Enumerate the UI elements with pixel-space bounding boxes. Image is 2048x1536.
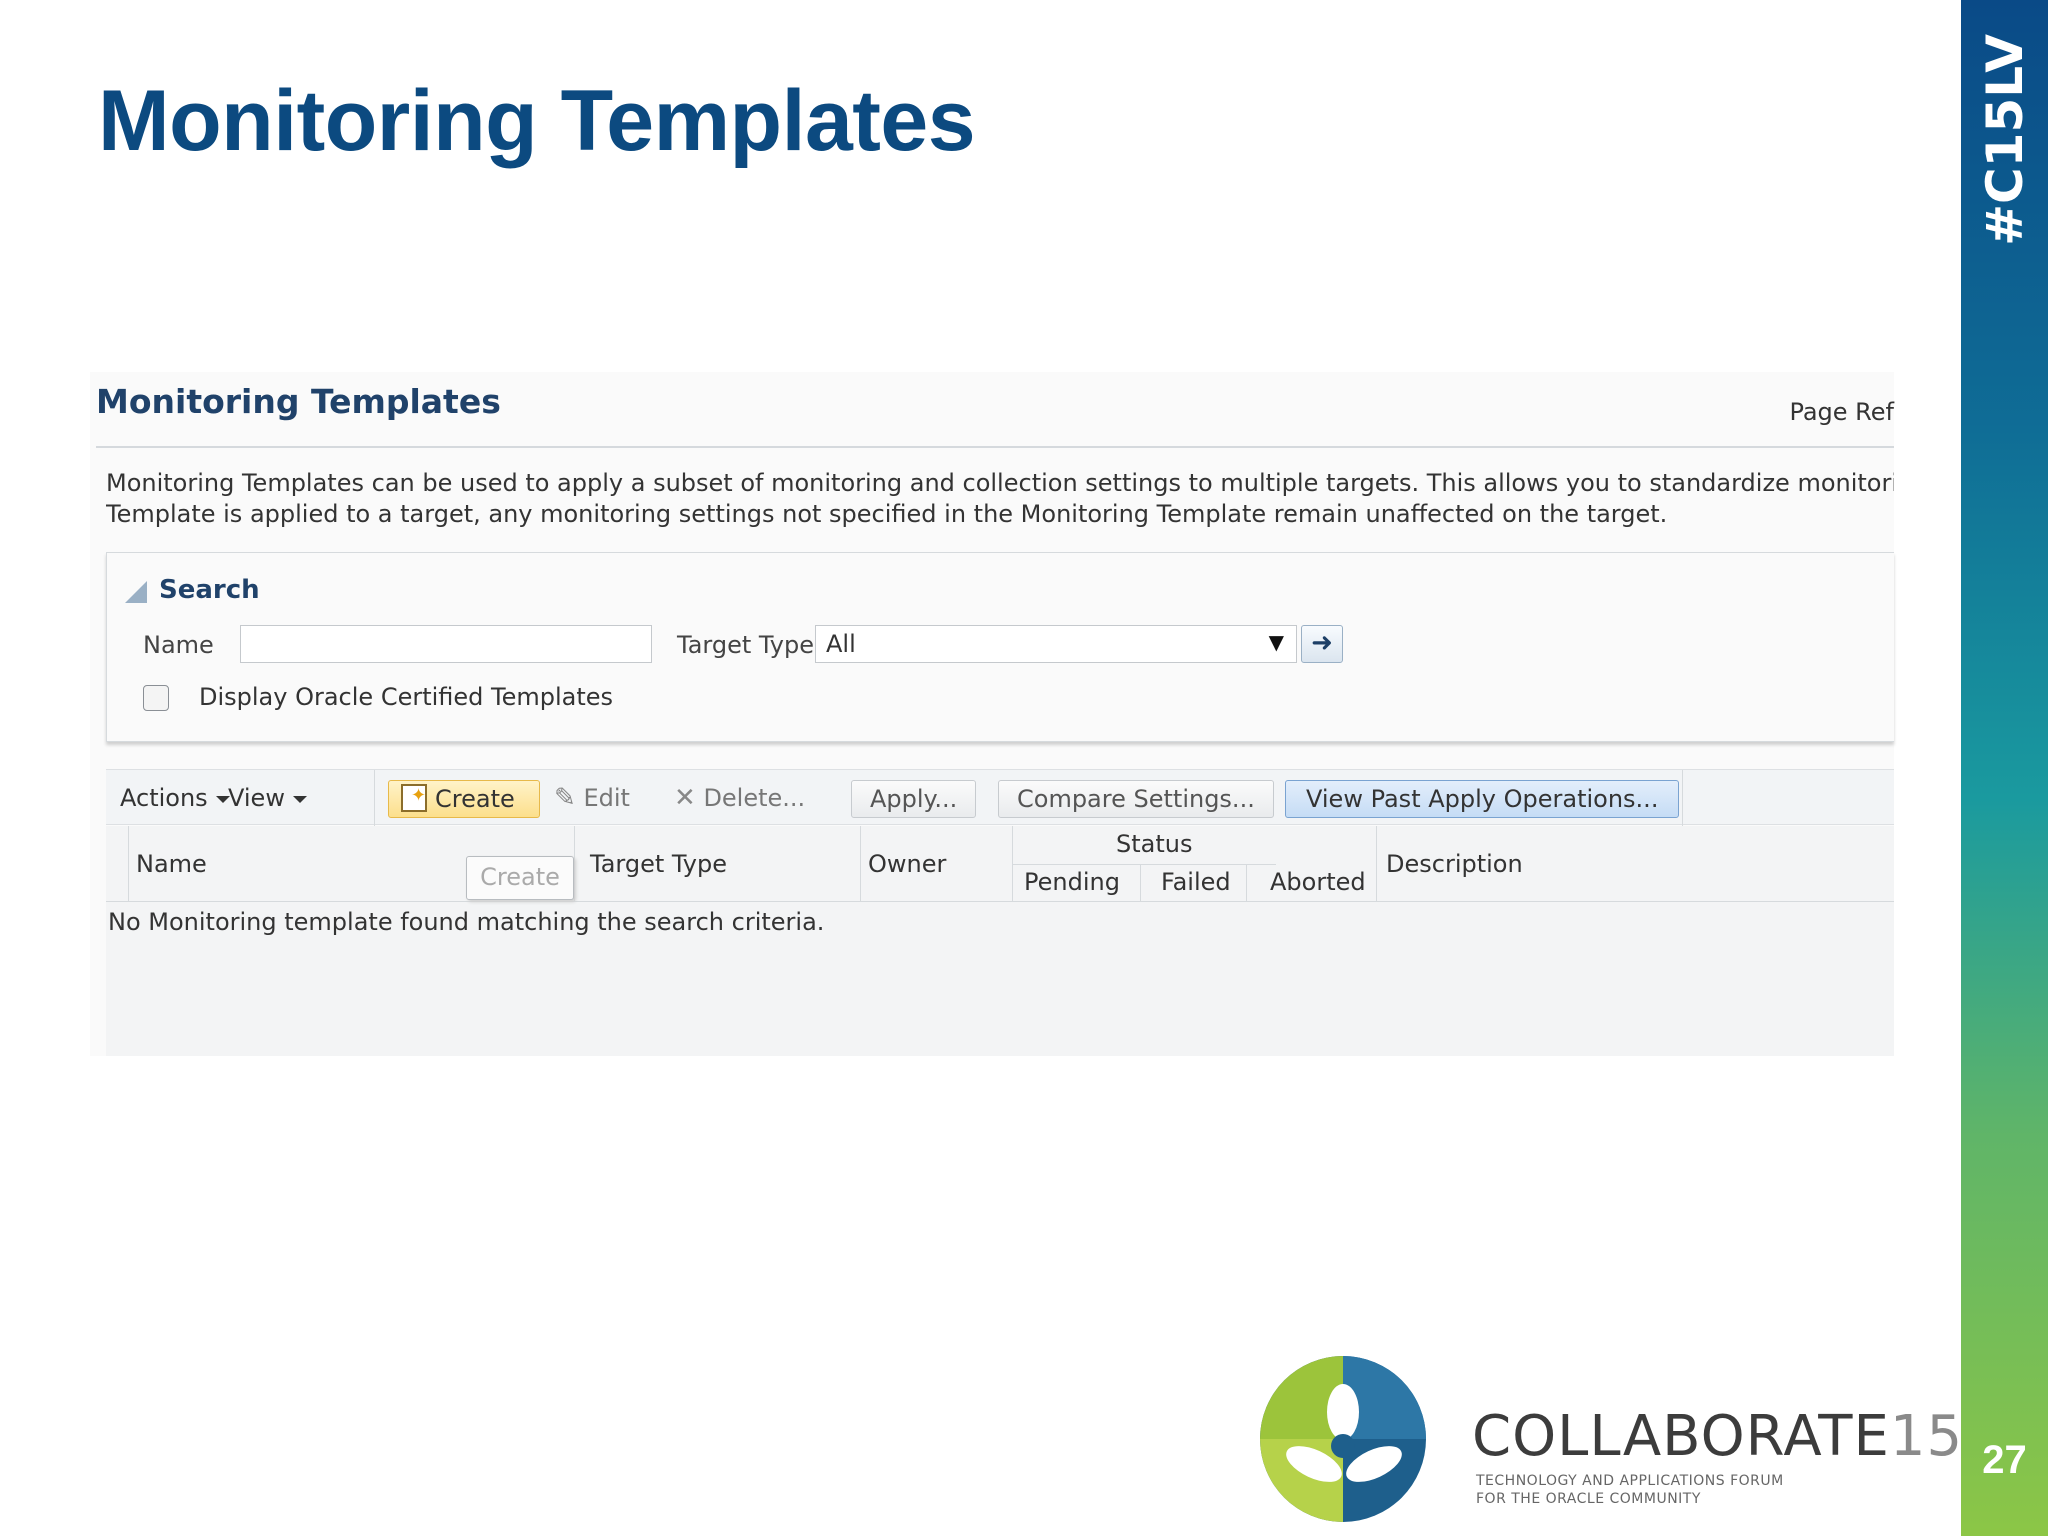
table-header: Name Target Type Owner Status Pending Fa… bbox=[106, 826, 1894, 902]
create-icon bbox=[401, 778, 427, 814]
go-arrow-button[interactable]: ➜ bbox=[1301, 625, 1343, 663]
target-type-label: Target Type bbox=[677, 631, 815, 659]
search-header[interactable]: Search bbox=[159, 575, 260, 605]
column-divider bbox=[128, 826, 129, 902]
empty-table-message: No Monitoring template found matching th… bbox=[108, 908, 825, 936]
caret-down-icon bbox=[292, 795, 307, 803]
logo-tagline-line-2: FOR THE ORACLE COMMUNITY bbox=[1476, 1491, 1701, 1507]
view-label: View bbox=[228, 784, 285, 812]
column-divider bbox=[1246, 864, 1247, 902]
column-divider bbox=[1140, 864, 1141, 902]
collaborate-wordmark: COLLABORATE15 bbox=[1472, 1404, 1963, 1469]
column-target-type[interactable]: Target Type bbox=[590, 850, 727, 878]
oem-screenshot: Monitoring Templates Page Ref Monitoring… bbox=[90, 372, 1894, 1056]
column-owner[interactable]: Owner bbox=[868, 850, 946, 878]
create-tooltip: Create bbox=[466, 856, 574, 900]
target-type-value: All bbox=[826, 630, 856, 658]
delete-label: Delete... bbox=[703, 784, 806, 812]
toolbar-separator bbox=[374, 770, 375, 826]
column-aborted[interactable]: Aborted bbox=[1270, 868, 1366, 896]
oem-page-title: Monitoring Templates bbox=[96, 382, 501, 421]
dropdown-arrow-icon: ▼ bbox=[1268, 630, 1284, 654]
target-type-select[interactable]: All ▼ bbox=[815, 625, 1297, 663]
collapse-triangle-icon[interactable] bbox=[125, 581, 147, 603]
column-name[interactable]: Name bbox=[136, 850, 207, 878]
slide-title: Monitoring Templates bbox=[98, 73, 976, 169]
logo-number: 15 bbox=[1889, 1404, 1964, 1469]
edit-button[interactable]: ✎ Edit bbox=[554, 780, 630, 818]
column-divider bbox=[574, 826, 575, 902]
view-past-apply-button[interactable]: View Past Apply Operations... bbox=[1285, 780, 1680, 818]
column-description[interactable]: Description bbox=[1386, 850, 1523, 878]
toolbar-separator bbox=[1682, 770, 1683, 826]
logo-name: COLLABORATE bbox=[1472, 1404, 1890, 1469]
edit-label: Edit bbox=[583, 784, 630, 812]
certified-templates-label[interactable]: Display Oracle Certified Templates bbox=[199, 683, 613, 711]
templates-table: Name Target Type Owner Status Pending Fa… bbox=[106, 826, 1894, 1056]
logo-tagline-line-1: TECHNOLOGY AND APPLICATIONS FORUM bbox=[1476, 1473, 1784, 1489]
apply-button[interactable]: Apply... bbox=[851, 780, 977, 818]
description-line-1: Monitoring Templates can be used to appl… bbox=[106, 469, 1894, 497]
name-search-input[interactable] bbox=[240, 625, 652, 663]
delete-x-icon: ✕ bbox=[674, 783, 696, 813]
description-line-2: Template is applied to a target, any mon… bbox=[106, 500, 1668, 528]
certified-templates-checkbox[interactable] bbox=[143, 685, 169, 711]
page-ref-link[interactable]: Page Ref bbox=[1789, 398, 1894, 426]
column-pending[interactable]: Pending bbox=[1024, 868, 1120, 896]
column-failed[interactable]: Failed bbox=[1161, 868, 1231, 896]
create-button[interactable]: Create bbox=[388, 778, 540, 818]
collaborate-logo-icon bbox=[1260, 1356, 1426, 1522]
table-toolbar: Actions View Create ✎ Edit ✕ Delete... A… bbox=[106, 769, 1894, 826]
column-divider bbox=[1376, 826, 1377, 902]
logo-tagline: TECHNOLOGY AND APPLICATIONS FORUM FOR TH… bbox=[1476, 1472, 1784, 1508]
hashtag-label: #C15LV bbox=[1961, 34, 2048, 246]
search-panel: Search Name Target Type All ▼ ➜ Display … bbox=[106, 552, 1894, 742]
page-description: Monitoring Templates can be used to appl… bbox=[106, 468, 1894, 530]
hashtag-text: #C15LV bbox=[1975, 34, 2034, 246]
actions-menu[interactable]: Actions bbox=[120, 780, 230, 818]
view-menu[interactable]: View bbox=[228, 780, 307, 818]
delete-button[interactable]: ✕ Delete... bbox=[674, 780, 805, 818]
create-label: Create bbox=[435, 785, 515, 813]
name-label: Name bbox=[143, 631, 214, 659]
pencil-icon: ✎ bbox=[554, 783, 576, 813]
column-status: Status bbox=[1116, 830, 1193, 858]
column-divider bbox=[860, 826, 861, 902]
compare-settings-button[interactable]: Compare Settings... bbox=[998, 780, 1274, 818]
page-number: 27 bbox=[1982, 1438, 2027, 1482]
title-divider bbox=[96, 446, 1894, 448]
actions-label: Actions bbox=[120, 784, 208, 812]
status-divider bbox=[1012, 864, 1276, 865]
